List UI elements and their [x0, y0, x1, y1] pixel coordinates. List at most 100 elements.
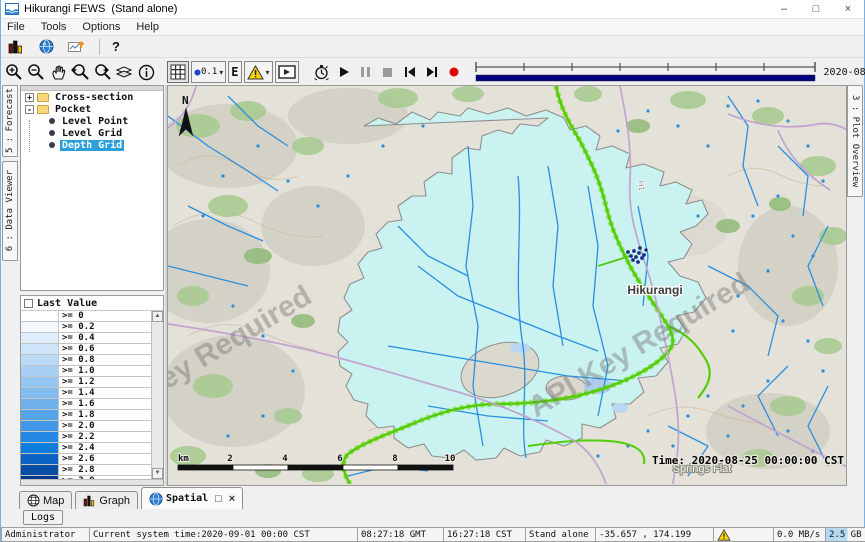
animation-settings-icon[interactable] — [311, 61, 333, 83]
town-label: Hikurangi — [627, 283, 682, 297]
dot-icon — [194, 69, 201, 76]
label-toggle-button[interactable]: E — [228, 61, 241, 83]
pause-button[interactable] — [355, 61, 377, 83]
skip-to-start-button[interactable] — [399, 61, 421, 83]
close-button[interactable]: × — [832, 0, 864, 18]
color-swatch — [21, 322, 59, 332]
legend-header: Last Value — [21, 296, 163, 311]
last-value-checkbox[interactable] — [24, 299, 33, 308]
tab-maximize-icon[interactable]: □ — [215, 493, 222, 505]
threshold-value: 0.1 — [201, 67, 217, 77]
color-swatch — [21, 355, 59, 365]
color-swatch — [21, 333, 59, 343]
warning-layer-dropdown[interactable]: ▾ — [244, 61, 273, 83]
tab-graph[interactable]: Graph — [75, 491, 138, 509]
spatial-map[interactable]: API Key Required API Key Required Hikura… — [167, 85, 847, 486]
color-swatch — [21, 399, 59, 409]
svg-text:8: 8 — [392, 454, 397, 464]
timeline-slider[interactable] — [473, 60, 818, 84]
node-bullet-icon — [49, 118, 55, 124]
zoom-in-icon[interactable] — [3, 61, 25, 83]
svg-text:4: 4 — [282, 454, 288, 464]
color-swatch — [21, 432, 59, 442]
legend-row: >= 0.4 — [21, 333, 151, 344]
legend-scrollbar[interactable]: ▲ ▼ — [151, 311, 163, 479]
status-warning-cell[interactable] — [713, 527, 773, 542]
legend-table: >= 0 >= 0.2 >= 0.4 >= 0.6 >= 0.8 >= 1.0 … — [21, 311, 151, 479]
layers-icon[interactable] — [113, 61, 135, 83]
globe-icon[interactable] — [35, 36, 57, 58]
logs-button[interactable]: Logs — [23, 510, 63, 525]
collapse-icon[interactable]: - — [25, 105, 34, 114]
legend-row: >= 1.4 — [21, 388, 151, 399]
skip-to-end-button[interactable] — [421, 61, 443, 83]
main-toolbar: ? — [1, 36, 864, 58]
legend-row: >= 3.0 — [21, 476, 151, 479]
left-tab-strip: 5 : Forecast 6 : Data Viewer — [1, 85, 19, 486]
play-button[interactable] — [333, 61, 355, 83]
scroll-down-icon[interactable]: ▼ — [152, 468, 163, 479]
tab-plot-overview[interactable]: 3 : Plot Overview — [847, 85, 863, 197]
svg-text:6: 6 — [337, 454, 342, 464]
status-coordinates: -35.657 , 174.199 — [595, 527, 713, 542]
status-gmt-time: 08:27:18 GMT — [357, 527, 443, 542]
tab-spatial[interactable]: Spatial □ × — [141, 487, 243, 509]
maximize-button[interactable]: □ — [800, 0, 832, 18]
threshold-dropdown[interactable]: 0.1 ▾ — [191, 61, 226, 83]
tab-data-viewer[interactable]: 6 : Data Viewer — [2, 161, 18, 261]
chart-export-icon[interactable] — [65, 36, 87, 58]
zoom-previous-icon[interactable] — [69, 61, 91, 83]
status-memory[interactable]: 2.5 GB — [825, 527, 865, 542]
menu-tools[interactable]: Tools — [41, 21, 67, 33]
menu-file[interactable]: File — [7, 21, 25, 33]
info-icon[interactable] — [135, 61, 157, 83]
node-bullet-icon — [49, 130, 55, 136]
minimize-button[interactable]: – — [768, 0, 800, 18]
warning-icon — [717, 529, 731, 541]
svg-text:km: km — [178, 454, 189, 464]
legend-row: >= 2.0 — [21, 421, 151, 432]
legend-hscrollbar[interactable] — [21, 479, 163, 485]
tab-map[interactable]: Map — [19, 491, 72, 509]
grid-layer-button[interactable] — [167, 61, 189, 83]
legend-row: >= 1.2 — [21, 377, 151, 388]
color-swatch — [21, 443, 59, 453]
stop-button[interactable] — [377, 61, 399, 83]
title-bar: Hikurangi FEWS (Stand alone) – □ × — [1, 0, 864, 19]
record-button[interactable] — [443, 61, 465, 83]
legend-panel: Last Value >= 0 >= 0.2 >= 0.4 >= 0.6 >= … — [20, 295, 164, 486]
bar-chart-icon — [83, 495, 96, 507]
tab-close-icon[interactable]: × — [229, 493, 235, 505]
timeline-date: 2020-08-25 00:00:00 CST — [824, 67, 865, 78]
zoom-next-icon[interactable] — [91, 61, 113, 83]
menu-options[interactable]: Options — [82, 21, 120, 33]
svg-text:2: 2 — [227, 454, 232, 464]
app-logo-icon — [5, 3, 19, 15]
legend-row: >= 0.2 — [21, 322, 151, 333]
status-bar: Administrator Current system time:2020-0… — [1, 527, 865, 542]
color-swatch — [21, 454, 59, 464]
legend-row: >= 2.4 — [21, 443, 151, 454]
warning-icon — [247, 65, 264, 80]
color-swatch — [21, 465, 59, 475]
color-swatch — [21, 388, 59, 398]
zoom-out-icon[interactable] — [25, 61, 47, 83]
status-network: 0.0 MB/s — [773, 527, 825, 542]
scroll-up-icon[interactable]: ▲ — [152, 311, 163, 322]
help-button[interactable]: ? — [112, 39, 120, 54]
tree-node-pocket[interactable]: - Pocket — [21, 103, 163, 115]
view-tab-bar: Map Graph Spatial □ × — [19, 487, 243, 509]
legend-row: >= 2.6 — [21, 454, 151, 465]
database-icon[interactable] — [5, 36, 27, 58]
animation-window-button[interactable] — [275, 61, 299, 83]
toolbar-separator — [99, 39, 100, 55]
pan-hand-icon[interactable] — [47, 61, 69, 83]
tree-node-cross-section[interactable]: + Cross-section — [21, 91, 163, 103]
chevron-down-icon: ▾ — [219, 68, 223, 77]
map-time-label: Time: 2020-08-25 00:00:00 CST — [652, 454, 844, 467]
status-mode: Stand alone — [525, 527, 595, 542]
tab-forecast[interactable]: 5 : Forecast — [2, 85, 18, 157]
status-system-time: Current system time:2020-09-01 00:00 CST — [89, 527, 357, 542]
menu-help[interactable]: Help — [136, 21, 159, 33]
expand-icon[interactable]: + — [25, 93, 34, 102]
